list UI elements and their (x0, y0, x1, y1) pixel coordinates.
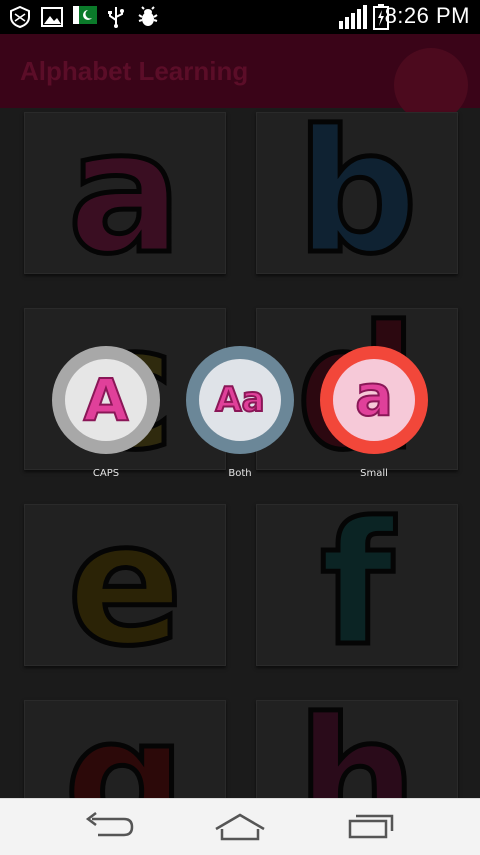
both-glyph: Aa (214, 379, 265, 421)
letter-glyph: h (294, 682, 420, 799)
both-mode-face: Aa (199, 359, 281, 441)
bug-icon (138, 6, 158, 26)
small-mode-label: Small (360, 468, 388, 479)
navigation-bar (0, 798, 480, 855)
usb-icon (108, 7, 124, 28)
letter-card-e[interactable]: e (24, 486, 226, 684)
caps-mode-button[interactable]: A (52, 346, 160, 454)
letter-glyph: a (65, 108, 185, 292)
letter-glyph: e (65, 486, 185, 684)
app-title: Alphabet Learning (20, 56, 249, 86)
small-glyph: a (354, 363, 394, 430)
caps-glyph: A (83, 365, 130, 435)
both-mode-label: Both (228, 468, 252, 479)
letter-card-h[interactable]: h (256, 682, 458, 799)
letter-glyph: f (318, 486, 397, 684)
shield-icon (10, 6, 30, 28)
signal-icon (339, 5, 367, 29)
home-icon[interactable] (208, 809, 272, 845)
small-mode-button[interactable]: a (320, 346, 428, 454)
recent-apps-icon[interactable] (338, 809, 402, 845)
letter-glyph: b (294, 108, 421, 292)
caps-mode-face: A (65, 359, 147, 441)
pakistan-flag-icon (73, 6, 97, 24)
letter-card-f[interactable]: f (256, 486, 458, 684)
image-icon (41, 7, 63, 27)
letter-card-g[interactable]: g (24, 682, 226, 799)
letter-glyph: g (62, 682, 189, 799)
letter-card-a[interactable]: a (24, 108, 226, 292)
both-mode-button[interactable]: Aa (186, 346, 294, 454)
status-time: 8:26 PM (384, 3, 470, 28)
small-mode-face: a (333, 359, 415, 441)
back-icon[interactable] (78, 809, 142, 845)
status-bar: 8:26 PM (0, 0, 480, 34)
caps-mode-label: CAPS (92, 468, 120, 479)
letter-card-b[interactable]: b (256, 108, 458, 292)
